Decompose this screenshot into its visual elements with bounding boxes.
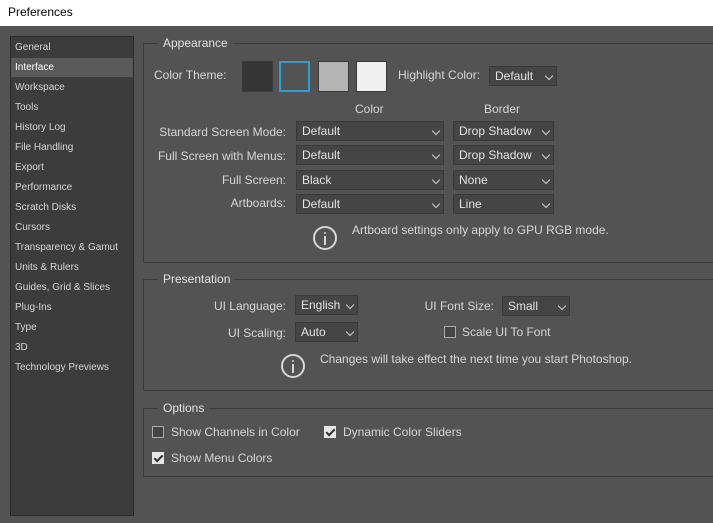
color-column-header: Color bbox=[355, 102, 384, 116]
sidebar-item-3d[interactable]: 3D bbox=[11, 338, 133, 357]
chevron-down-icon bbox=[429, 171, 443, 189]
sidebar-item-interface[interactable]: Interface bbox=[11, 58, 133, 77]
full-screen-color-value: Black bbox=[302, 173, 332, 187]
chevron-down-icon bbox=[429, 195, 443, 213]
sidebar-item-plug-ins[interactable]: Plug-Ins bbox=[11, 298, 133, 317]
sidebar-item-file-handling[interactable]: File Handling bbox=[11, 138, 133, 157]
show-channels-in-color-checkbox[interactable] bbox=[152, 426, 164, 438]
artboards-color-value: Default bbox=[302, 197, 341, 211]
ui-language-value: English bbox=[301, 298, 341, 312]
chevron-down-icon bbox=[555, 297, 569, 315]
ui-scaling-value: Auto bbox=[301, 325, 326, 339]
presentation-info-text: Changes will take effect the next time y… bbox=[320, 352, 632, 366]
standard-screen-border-value: Drop Shadow bbox=[459, 124, 532, 138]
ui-font-size-value: Small bbox=[508, 299, 539, 313]
dynamic-color-sliders-label: Dynamic Color Sliders bbox=[343, 425, 462, 439]
ui-scaling-select[interactable]: Auto bbox=[295, 322, 358, 342]
full-screen-menus-color-value: Default bbox=[302, 148, 341, 162]
standard-screen-mode-label: Standard Screen Mode: bbox=[159, 125, 286, 139]
show-menu-colors-checkbox[interactable] bbox=[152, 452, 164, 464]
chevron-down-icon bbox=[343, 296, 357, 314]
chevron-down-icon bbox=[542, 67, 556, 85]
sidebar-item-transparency-gamut[interactable]: Transparency & Gamut bbox=[11, 238, 133, 257]
ui-font-size-select[interactable]: Small bbox=[502, 296, 570, 316]
artboards-color-select[interactable]: Default bbox=[296, 194, 444, 214]
full-screen-menus-label: Full Screen with Menus: bbox=[157, 149, 286, 163]
sidebar-item-general[interactable]: General bbox=[11, 38, 133, 57]
standard-screen-color-select[interactable]: Default bbox=[296, 121, 444, 141]
ui-language-select[interactable]: English bbox=[295, 295, 358, 315]
highlight-color-label: Highlight Color: bbox=[398, 68, 481, 82]
dynamic-color-sliders-checkbox[interactable] bbox=[324, 426, 336, 438]
sidebar-item-workspace[interactable]: Workspace bbox=[11, 78, 133, 97]
sidebar-item-tools[interactable]: Tools bbox=[11, 98, 133, 117]
full-screen-label: Full Screen: bbox=[221, 173, 286, 187]
appearance-title: Appearance bbox=[158, 36, 233, 50]
sidebar-item-history-log[interactable]: History Log bbox=[11, 118, 133, 137]
chevron-down-icon bbox=[539, 171, 553, 189]
full-screen-border-select[interactable]: None bbox=[453, 170, 554, 190]
full-screen-menus-color-select[interactable]: Default bbox=[296, 145, 444, 165]
show-channels-in-color-label: Show Channels in Color bbox=[171, 425, 300, 439]
ui-scaling-label: UI Scaling: bbox=[227, 326, 286, 340]
ui-language-label: UI Language: bbox=[213, 299, 286, 313]
sidebar-item-technology-previews[interactable]: Technology Previews bbox=[11, 358, 133, 377]
scale-ui-to-font-checkbox[interactable] bbox=[444, 326, 456, 338]
artboards-border-select[interactable]: Line bbox=[453, 194, 554, 214]
full-screen-color-select[interactable]: Black bbox=[296, 170, 444, 190]
chevron-down-icon bbox=[539, 122, 553, 140]
color-theme-label: Color Theme: bbox=[154, 68, 227, 82]
sidebar-item-performance[interactable]: Performance bbox=[11, 178, 133, 197]
standard-screen-color-value: Default bbox=[302, 124, 341, 138]
highlight-color-value: Default bbox=[495, 69, 534, 83]
chevron-down-icon bbox=[343, 323, 357, 341]
options-title: Options bbox=[158, 401, 210, 415]
sidebar-item-export[interactable]: Export bbox=[11, 158, 133, 177]
presentation-title: Presentation bbox=[158, 272, 236, 286]
sidebar-item-cursors[interactable]: Cursors bbox=[11, 218, 133, 237]
theme-swatch-lightest[interactable] bbox=[356, 61, 387, 92]
window-title: Preferences bbox=[8, 5, 73, 19]
theme-swatch-darkest[interactable] bbox=[242, 61, 273, 92]
chevron-down-icon bbox=[539, 195, 553, 213]
full-screen-menus-border-select[interactable]: Drop Shadow bbox=[453, 145, 554, 165]
sidebar-item-guides-grid-slices[interactable]: Guides, Grid & Slices bbox=[11, 278, 133, 297]
window-titlebar: Preferences bbox=[0, 0, 713, 26]
info-icon bbox=[281, 354, 305, 378]
artboard-info-text: Artboard settings only apply to GPU RGB … bbox=[352, 223, 609, 237]
border-column-header: Border bbox=[484, 102, 521, 116]
ui-font-size-label: UI Font Size: bbox=[424, 299, 494, 313]
info-icon bbox=[313, 226, 337, 250]
artboards-border-value: Line bbox=[459, 197, 482, 211]
show-menu-colors-label: Show Menu Colors bbox=[171, 451, 273, 465]
chevron-down-icon bbox=[539, 146, 553, 164]
full-screen-border-value: None bbox=[459, 173, 488, 187]
scale-ui-to-font-label: Scale UI To Font bbox=[462, 325, 551, 339]
theme-swatch-light[interactable] bbox=[318, 61, 349, 92]
sidebar-item-scratch-disks[interactable]: Scratch Disks bbox=[11, 198, 133, 217]
options-group bbox=[143, 408, 713, 477]
sidebar-item-type[interactable]: Type bbox=[11, 318, 133, 337]
artboards-label: Artboards: bbox=[230, 196, 286, 210]
full-screen-menus-border-value: Drop Shadow bbox=[459, 148, 532, 162]
standard-screen-border-select[interactable]: Drop Shadow bbox=[453, 121, 554, 141]
chevron-down-icon bbox=[429, 146, 443, 164]
theme-swatch-dark[interactable] bbox=[279, 61, 310, 92]
highlight-color-select[interactable]: Default bbox=[489, 66, 557, 86]
sidebar-item-units-rulers[interactable]: Units & Rulers bbox=[11, 258, 133, 277]
chevron-down-icon bbox=[429, 122, 443, 140]
preferences-sidebar: General Interface Workspace Tools Histor… bbox=[10, 36, 134, 516]
